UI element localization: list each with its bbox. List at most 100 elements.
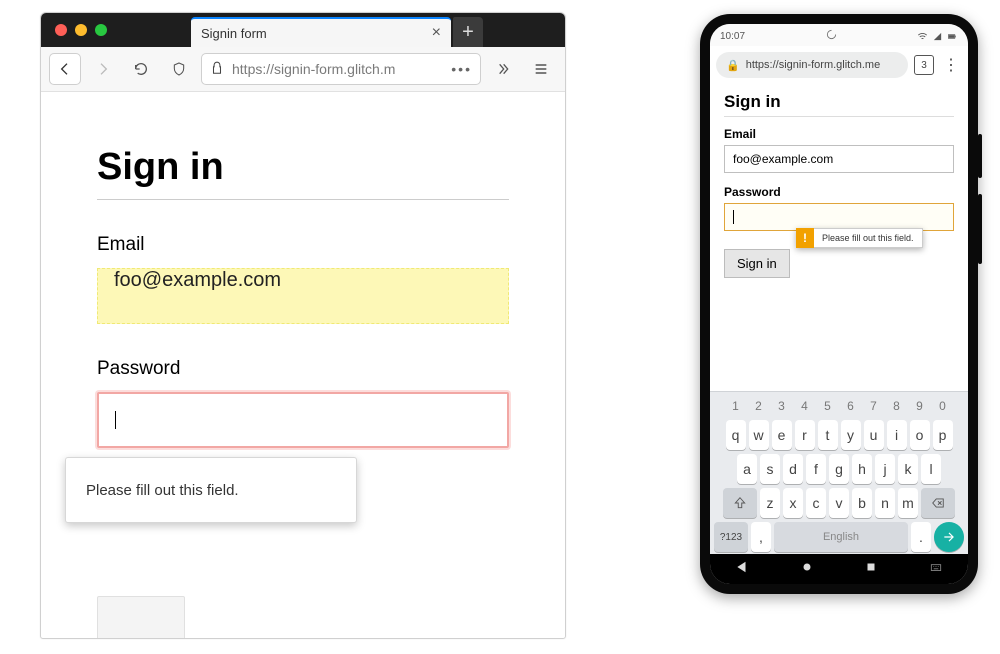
status-sync-icon — [826, 29, 837, 43]
battery-icon — [947, 31, 958, 42]
key-j[interactable]: j — [875, 454, 895, 484]
tabs-button[interactable]: 3 — [914, 55, 934, 75]
key-o[interactable]: o — [910, 420, 930, 450]
email-label: Email — [97, 234, 509, 256]
backspace-icon — [930, 496, 946, 510]
period-key[interactable]: . — [911, 522, 931, 552]
symbols-label: ?123 — [720, 532, 742, 543]
status-time: 10:07 — [720, 31, 745, 42]
key-1[interactable]: 1 — [726, 396, 746, 416]
enter-key[interactable] — [934, 522, 964, 552]
key-n[interactable]: n — [875, 488, 895, 518]
address-bar[interactable]: https://signin-form.glitch.m ••• — [201, 53, 481, 85]
minimize-window-button[interactable] — [75, 24, 87, 36]
key-w[interactable]: w — [749, 420, 769, 450]
email-value: foo@example.com — [114, 269, 281, 291]
key-5[interactable]: 5 — [818, 396, 838, 416]
submit-button-obscured[interactable] — [97, 596, 185, 639]
close-tab-icon[interactable]: × — [432, 24, 441, 42]
phone-screen: 10:07 🔒 https://signin-form.glitch.me 3 … — [710, 24, 968, 584]
shield-icon — [171, 61, 187, 77]
tab-title: Signin form — [201, 26, 267, 41]
key-3[interactable]: 3 — [772, 396, 792, 416]
key-l[interactable]: l — [921, 454, 941, 484]
signin-label: Sign in — [737, 256, 777, 271]
mobile-toolbar: 🔒 https://signin-form.glitch.me 3 ⋮ — [716, 50, 962, 80]
shift-key[interactable] — [723, 488, 757, 518]
key-x[interactable]: x — [783, 488, 803, 518]
url-text: https://signin-form.glitch.me — [746, 59, 881, 71]
key-6[interactable]: 6 — [841, 396, 861, 416]
page-content: Sign in Email foo@example.com Password — [41, 92, 565, 448]
text-caret — [115, 411, 116, 429]
nav-recent-button[interactable] — [864, 560, 878, 579]
browser-toolbar: https://signin-form.glitch.m ••• — [41, 47, 565, 92]
comma-key[interactable]: , — [751, 522, 771, 552]
validation-tooltip: Please fill out this field. — [65, 457, 357, 523]
url-text: https://signin-form.glitch.m — [232, 61, 395, 77]
menu-button[interactable] — [525, 53, 557, 85]
close-window-button[interactable] — [55, 24, 67, 36]
validation-tooltip: ! Please fill out this field. — [796, 228, 923, 248]
email-value: foo@example.com — [733, 152, 833, 166]
key-g[interactable]: g — [829, 454, 849, 484]
key-e[interactable]: e — [772, 420, 792, 450]
reload-button[interactable] — [125, 53, 157, 85]
password-input[interactable] — [97, 392, 509, 448]
key-u[interactable]: u — [864, 420, 884, 450]
window-controls — [41, 13, 121, 47]
browser-tab[interactable]: Signin form × — [191, 17, 451, 47]
backspace-key[interactable] — [921, 488, 955, 518]
nav-back-button[interactable] — [735, 560, 749, 579]
key-0[interactable]: 0 — [933, 396, 953, 416]
page-actions-icon[interactable]: ••• — [451, 61, 472, 77]
overflow-button[interactable] — [487, 53, 519, 85]
key-2[interactable]: 2 — [749, 396, 769, 416]
key-c[interactable]: c — [806, 488, 826, 518]
key-v[interactable]: v — [829, 488, 849, 518]
heading-divider — [97, 199, 509, 200]
key-d[interactable]: d — [783, 454, 803, 484]
key-q[interactable]: q — [726, 420, 746, 450]
key-7[interactable]: 7 — [864, 396, 884, 416]
password-input[interactable] — [724, 203, 954, 231]
page-heading: Sign in — [97, 146, 509, 189]
key-t[interactable]: t — [818, 420, 838, 450]
key-s[interactable]: s — [760, 454, 780, 484]
nav-keyboard-button[interactable] — [929, 560, 943, 579]
key-h[interactable]: h — [852, 454, 872, 484]
phone-power-button — [978, 194, 982, 264]
key-4[interactable]: 4 — [795, 396, 815, 416]
maximize-window-button[interactable] — [95, 24, 107, 36]
menu-button[interactable]: ⋮ — [940, 55, 962, 75]
shift-icon — [733, 496, 747, 510]
key-r[interactable]: r — [795, 420, 815, 450]
address-bar[interactable]: 🔒 https://signin-form.glitch.me — [716, 52, 908, 78]
desktop-browser-window: Signin form × + https://signin-form.glit… — [40, 12, 566, 639]
forward-button[interactable] — [87, 53, 119, 85]
key-b[interactable]: b — [852, 488, 872, 518]
key-y[interactable]: y — [841, 420, 861, 450]
key-i[interactable]: i — [887, 420, 907, 450]
key-a[interactable]: a — [737, 454, 757, 484]
page-content: Sign in Email foo@example.com Password S… — [710, 84, 968, 278]
back-button[interactable] — [49, 53, 81, 85]
arrow-right-icon — [942, 530, 956, 544]
key-m[interactable]: m — [898, 488, 918, 518]
nav-home-button[interactable] — [800, 560, 814, 579]
phone-side-button — [978, 134, 982, 178]
email-input[interactable]: foo@example.com — [724, 145, 954, 173]
email-input[interactable]: foo@example.com — [97, 268, 509, 324]
key-p[interactable]: p — [933, 420, 953, 450]
key-8[interactable]: 8 — [887, 396, 907, 416]
key-z[interactable]: z — [760, 488, 780, 518]
signin-button[interactable]: Sign in — [724, 249, 790, 278]
key-k[interactable]: k — [898, 454, 918, 484]
new-tab-button[interactable]: + — [453, 17, 483, 47]
password-label: Password — [724, 185, 954, 199]
key-f[interactable]: f — [806, 454, 826, 484]
key-9[interactable]: 9 — [910, 396, 930, 416]
space-key[interactable]: English — [774, 522, 908, 552]
tracking-shield-button[interactable] — [163, 53, 195, 85]
symbols-key[interactable]: ?123 — [714, 522, 748, 552]
